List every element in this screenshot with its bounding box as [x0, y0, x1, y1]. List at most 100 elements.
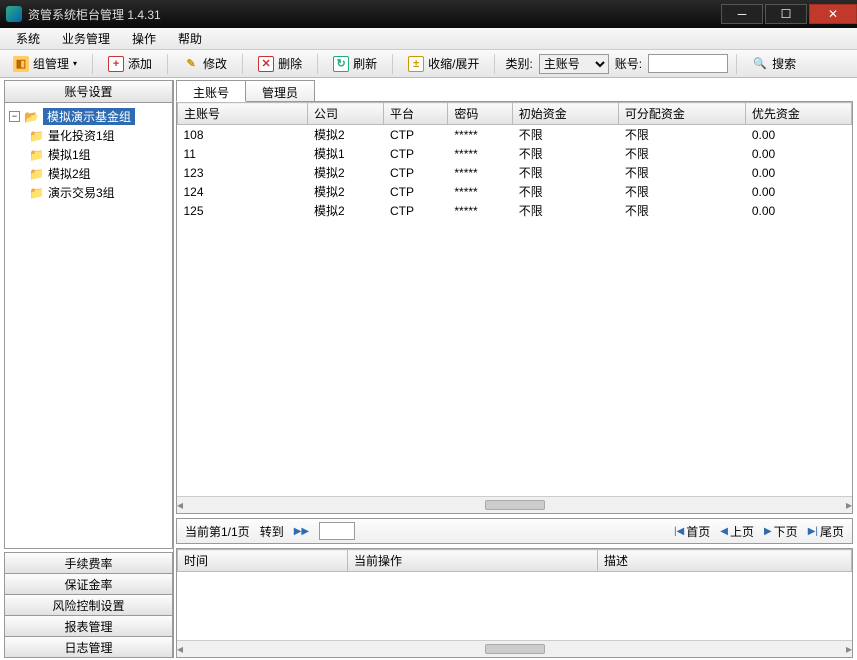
- account-settings-panel: 账号设置 − 📂 模拟演示基金组 📁 量化投资1组 📁 模拟1组: [4, 80, 173, 549]
- log-horizontal-scrollbar[interactable]: ◂ ▸: [177, 640, 852, 657]
- tree-item[interactable]: 📁 模拟1组: [29, 145, 168, 164]
- account-settings-header[interactable]: 账号设置: [5, 81, 172, 103]
- table-cell: 不限: [618, 182, 745, 201]
- separator: [736, 54, 737, 74]
- collapse-toggle-icon[interactable]: −: [9, 111, 20, 122]
- column-header[interactable]: 优先资金: [745, 103, 851, 125]
- window-title: 资管系统柜台管理 1.4.31: [28, 6, 161, 23]
- goto-icon: ▶▶: [294, 526, 309, 537]
- delete-button[interactable]: ✕ 删除: [251, 52, 309, 75]
- collapse-expand-button[interactable]: ± 收缩/展开: [401, 52, 486, 75]
- pager-goto-input[interactable]: [319, 522, 355, 540]
- tree-root-label[interactable]: 模拟演示基金组: [43, 108, 135, 125]
- tree-item[interactable]: 📁 模拟2组: [29, 164, 168, 183]
- window-controls: ─ ☐ ✕: [721, 4, 857, 24]
- log-column-header[interactable]: 描述: [598, 550, 852, 572]
- delete-icon: ✕: [258, 56, 274, 72]
- last-icon: ▶|: [808, 526, 818, 537]
- modify-button[interactable]: ✎ 修改: [176, 52, 234, 75]
- tree-item-label: 量化投资1组: [48, 127, 115, 144]
- table-cell: CTP: [383, 144, 447, 163]
- column-header[interactable]: 公司: [308, 103, 384, 125]
- pager: 当前第1/1页 转到 ▶▶ |◀首页 ◀上页 ▶下页 ▶|尾页: [176, 518, 853, 544]
- separator: [317, 54, 318, 74]
- tab-admin[interactable]: 管理员: [245, 80, 315, 101]
- table-row[interactable]: 123模拟2CTP*****不限不限0.00: [178, 163, 852, 182]
- tree-item[interactable]: 📁 演示交易3组: [29, 183, 168, 202]
- separator: [167, 54, 168, 74]
- stack-risk-control[interactable]: 风险控制设置: [4, 594, 173, 616]
- menu-operation[interactable]: 操作: [122, 28, 166, 49]
- table-cell: 0.00: [745, 182, 851, 201]
- menu-help[interactable]: 帮助: [168, 28, 212, 49]
- refresh-button[interactable]: ↻ 刷新: [326, 52, 384, 75]
- search-icon: 🔍: [752, 56, 768, 72]
- log-column-header[interactable]: 当前操作: [348, 550, 598, 572]
- tree-children: 📁 量化投资1组 📁 模拟1组 📁 模拟2组 📁 演示交易3组: [29, 126, 168, 202]
- data-grid[interactable]: 主账号公司平台密码初始资金可分配资金优先资金 108模拟2CTP*****不限不…: [177, 102, 852, 496]
- stack-margin-rate[interactable]: 保证金率: [4, 573, 173, 595]
- pager-last[interactable]: ▶|尾页: [808, 523, 844, 540]
- main-area: 账号设置 − 📂 模拟演示基金组 📁 量化投资1组 📁 模拟1组: [0, 78, 857, 660]
- pager-next[interactable]: ▶下页: [764, 523, 798, 540]
- account-input[interactable]: [648, 54, 728, 73]
- table-cell: 不限: [512, 163, 618, 182]
- stack-log[interactable]: 日志管理: [4, 636, 173, 658]
- tree-root[interactable]: − 📂 模拟演示基金组: [9, 107, 168, 126]
- first-icon: |◀: [674, 526, 684, 537]
- next-icon: ▶: [764, 526, 772, 537]
- column-header[interactable]: 主账号: [178, 103, 308, 125]
- separator: [392, 54, 393, 74]
- tab-main-account[interactable]: 主账号: [176, 80, 246, 102]
- column-header[interactable]: 平台: [383, 103, 447, 125]
- log-column-header[interactable]: 时间: [178, 550, 348, 572]
- left-stack: 手续费率 保证金率 风险控制设置 报表管理 日志管理: [4, 553, 173, 658]
- table-cell: 0.00: [745, 163, 851, 182]
- minimize-button[interactable]: ─: [721, 4, 763, 24]
- group-icon: ◧: [13, 56, 29, 72]
- table-cell: 模拟2: [308, 125, 384, 145]
- account-table: 主账号公司平台密码初始资金可分配资金优先资金 108模拟2CTP*****不限不…: [177, 102, 852, 220]
- separator: [494, 54, 495, 74]
- pager-first[interactable]: |◀首页: [674, 523, 710, 540]
- maximize-button[interactable]: ☐: [765, 4, 807, 24]
- menu-system[interactable]: 系统: [6, 28, 50, 49]
- folder-icon: 📁: [29, 148, 44, 162]
- column-header[interactable]: 可分配资金: [618, 103, 745, 125]
- table-row[interactable]: 124模拟2CTP*****不限不限0.00: [178, 182, 852, 201]
- log-grid[interactable]: 时间当前操作描述: [177, 549, 852, 640]
- group-mgmt-label: 组管理: [33, 55, 69, 72]
- toolbar: ◧ 组管理 ▾ + 添加 ✎ 修改 ✕ 删除 ↻ 刷新 ± 收缩/展开 类别: …: [0, 50, 857, 78]
- group-mgmt-button[interactable]: ◧ 组管理 ▾: [6, 52, 84, 75]
- table-cell: 不限: [512, 201, 618, 220]
- table-cell: *****: [448, 125, 512, 145]
- close-button[interactable]: ✕: [809, 4, 857, 24]
- stack-fee-rate[interactable]: 手续费率: [4, 552, 173, 574]
- log-grid-wrap: 时间当前操作描述 ◂ ▸: [176, 548, 853, 658]
- table-cell: 0.00: [745, 144, 851, 163]
- menubar: 系统 业务管理 操作 帮助: [0, 28, 857, 50]
- table-row[interactable]: 11模拟1CTP*****不限不限0.00: [178, 144, 852, 163]
- table-row[interactable]: 108模拟2CTP*****不限不限0.00: [178, 125, 852, 145]
- stack-report[interactable]: 报表管理: [4, 615, 173, 637]
- table-cell: *****: [448, 144, 512, 163]
- pager-prev-label: 上页: [730, 523, 754, 540]
- table-row[interactable]: 125模拟2CTP*****不限不限0.00: [178, 201, 852, 220]
- collapse-icon: ±: [408, 56, 424, 72]
- menu-business[interactable]: 业务管理: [52, 28, 120, 49]
- modify-icon: ✎: [183, 56, 199, 72]
- titlebar-left: 资管系统柜台管理 1.4.31: [6, 6, 161, 23]
- table-cell: CTP: [383, 125, 447, 145]
- search-button[interactable]: 🔍 搜索: [745, 52, 803, 75]
- horizontal-scrollbar[interactable]: ◂ ▸: [177, 496, 852, 513]
- table-cell: 不限: [618, 201, 745, 220]
- category-select[interactable]: 主账号: [539, 54, 609, 74]
- pager-prev[interactable]: ◀上页: [720, 523, 754, 540]
- delete-label: 删除: [278, 55, 302, 72]
- table-cell: 123: [178, 163, 308, 182]
- column-header[interactable]: 密码: [448, 103, 512, 125]
- column-header[interactable]: 初始资金: [512, 103, 618, 125]
- table-cell: 124: [178, 182, 308, 201]
- add-button[interactable]: + 添加: [101, 52, 159, 75]
- tree-item[interactable]: 📁 量化投资1组: [29, 126, 168, 145]
